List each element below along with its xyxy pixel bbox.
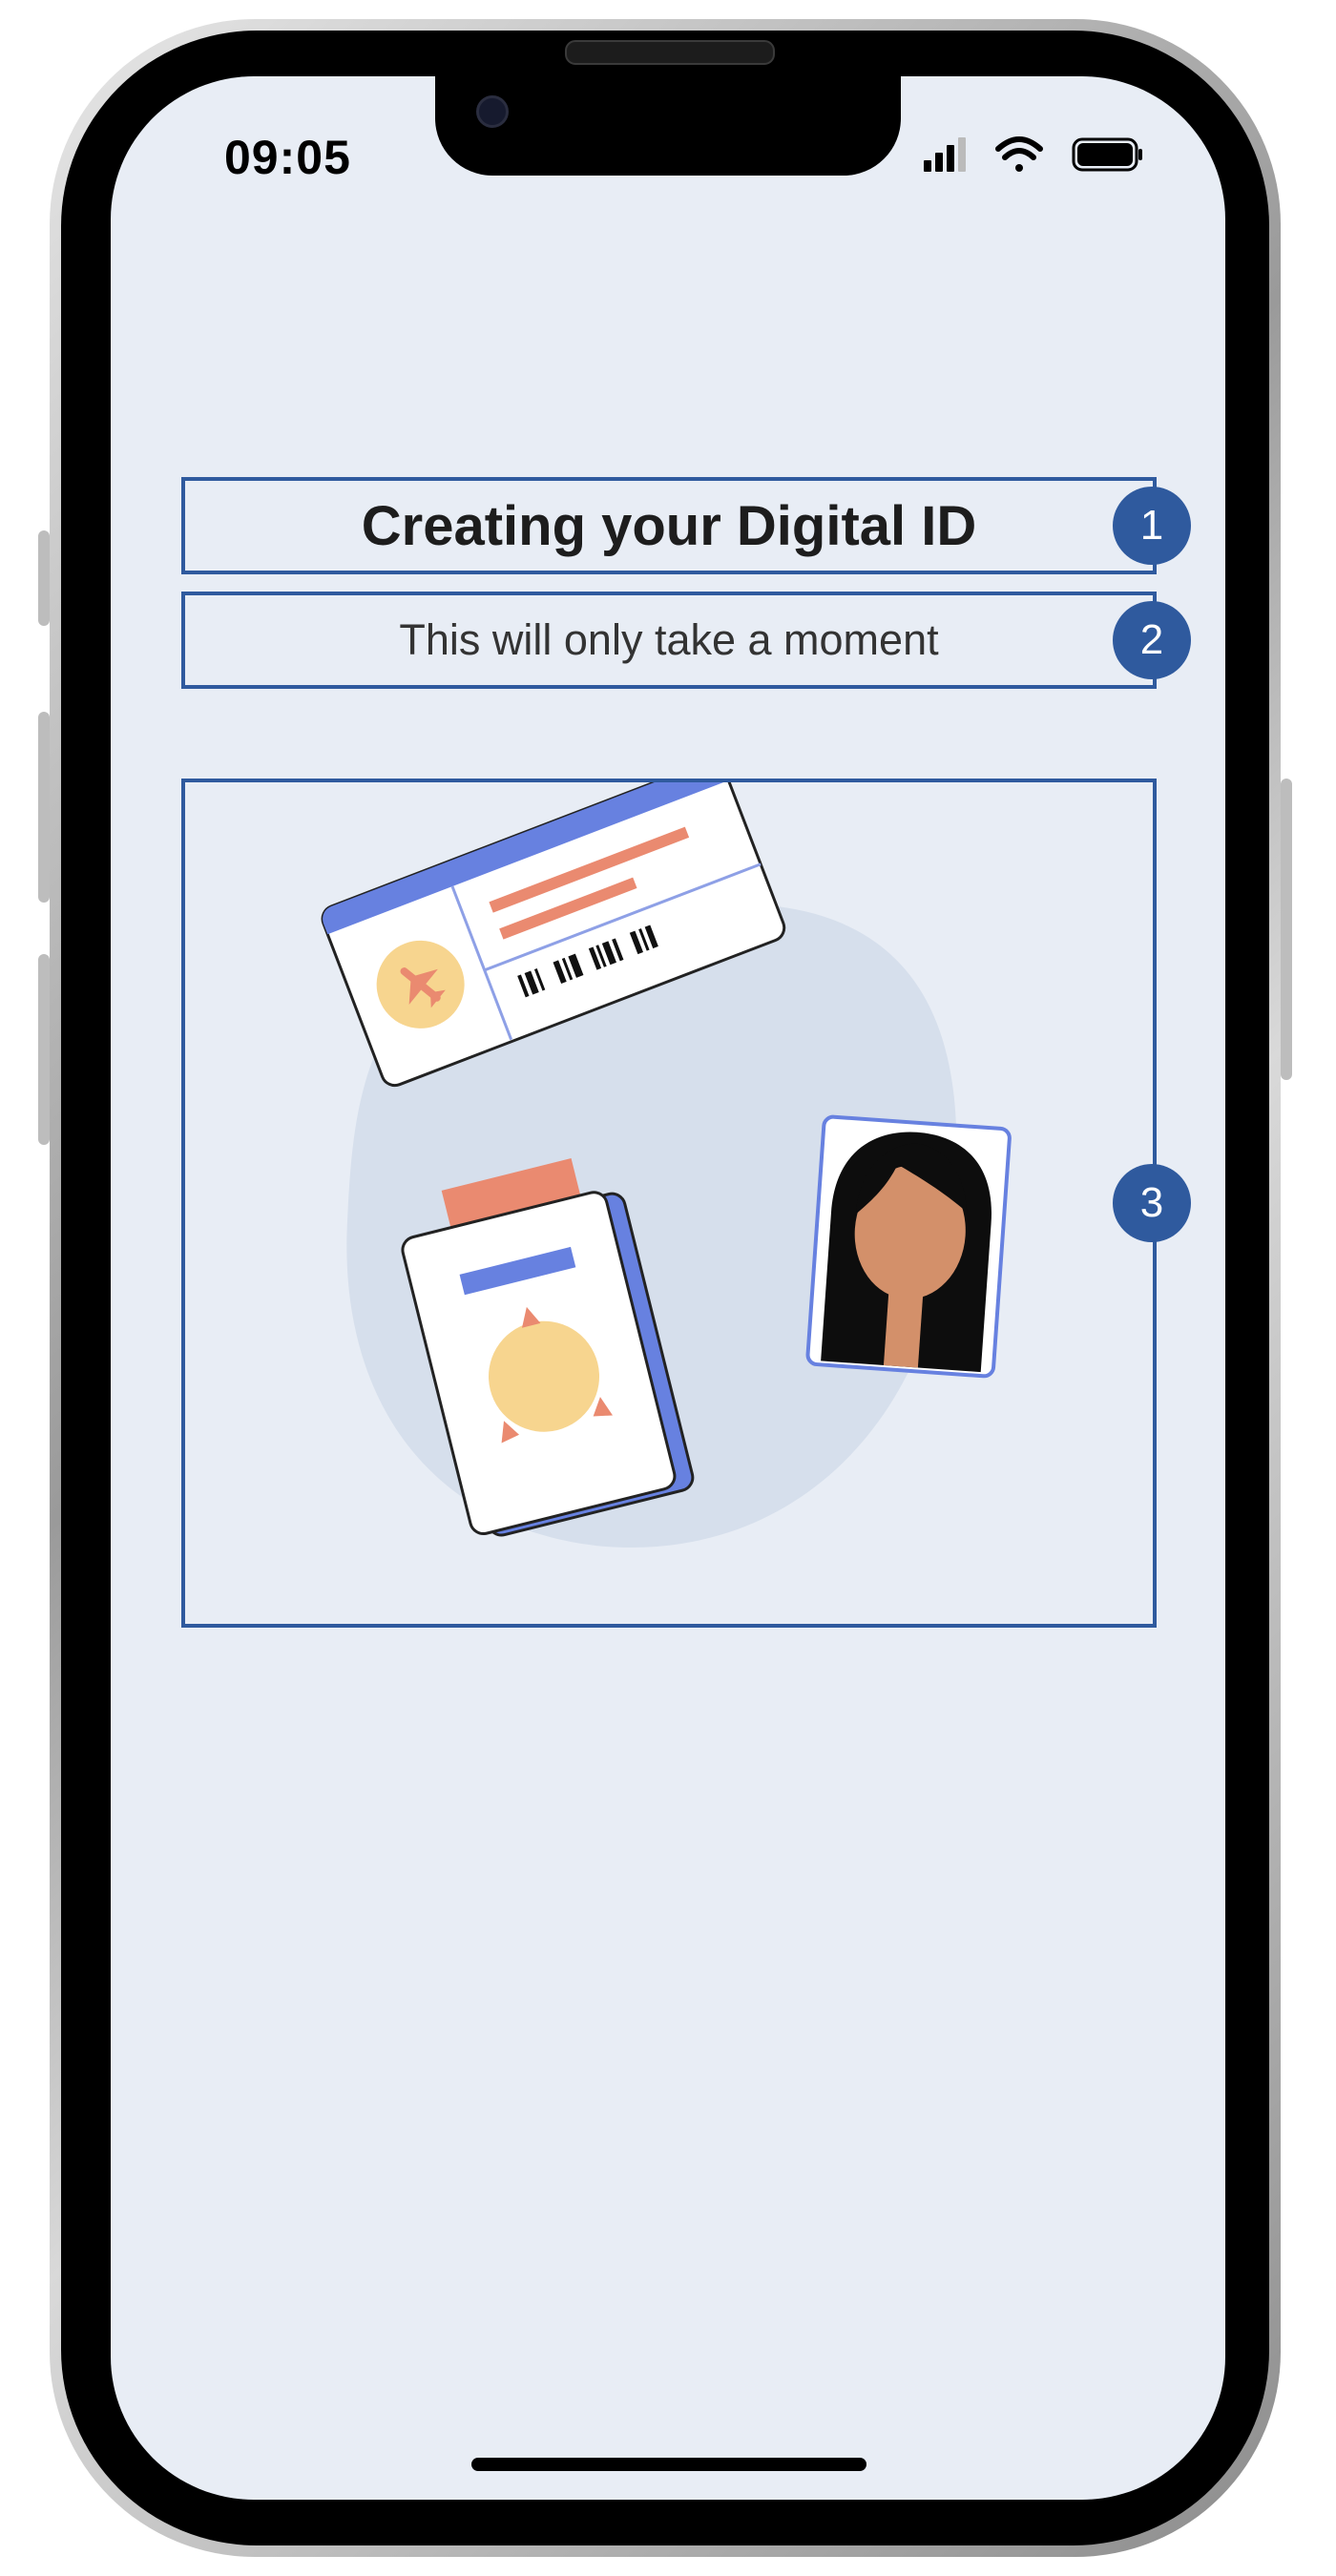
- volume-down-button: [38, 954, 50, 1145]
- home-indicator[interactable]: [471, 2458, 866, 2471]
- silent-switch: [38, 530, 50, 626]
- title-box: Creating your Digital ID: [181, 477, 1157, 574]
- page-subtitle: This will only take a moment: [399, 615, 939, 664]
- digital-id-illustration: [321, 759, 1012, 1548]
- speaker-grille: [565, 40, 775, 65]
- illustration-box: [181, 759, 1157, 1628]
- annotation-marker-2: 2: [1113, 601, 1191, 679]
- power-button: [1281, 779, 1292, 1080]
- notch: [435, 76, 901, 176]
- annotation-marker-3: 3: [1113, 1164, 1191, 1242]
- signal-icon: [924, 137, 966, 172]
- annotation-marker-1: 1: [1113, 487, 1191, 565]
- wifi-icon: [995, 136, 1043, 172]
- status-icons: [916, 132, 1155, 179]
- battery-icon: [1072, 137, 1142, 172]
- id-photo-card: [805, 1114, 1012, 1379]
- page-title: Creating your Digital ID: [361, 494, 977, 557]
- status-time: 09:05: [224, 131, 351, 184]
- volume-up-button: [38, 712, 50, 903]
- front-camera: [476, 95, 509, 128]
- subtitle-box: This will only take a moment: [181, 592, 1157, 689]
